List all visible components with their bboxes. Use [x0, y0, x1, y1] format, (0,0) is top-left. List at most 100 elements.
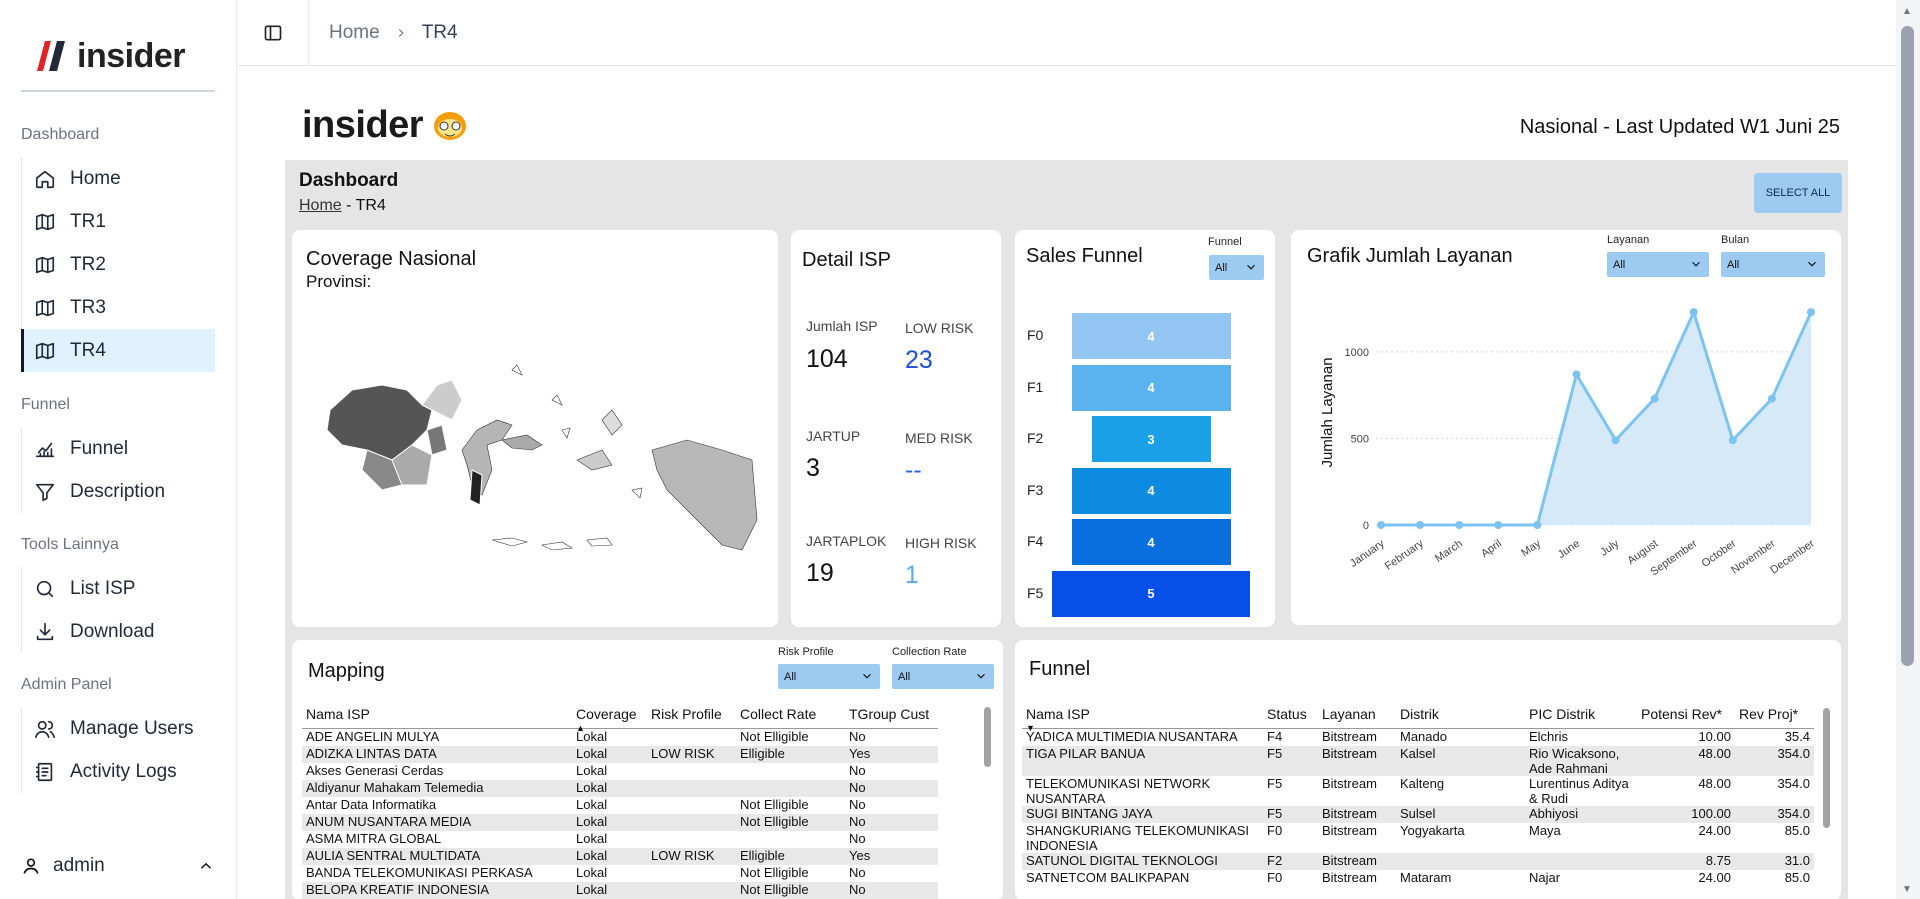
sidebar-toggle-button[interactable]: [237, 0, 309, 66]
table-row[interactable]: Aldiyanur Mahakam Telemedia Lokal No: [302, 779, 938, 797]
table-row[interactable]: SHANGKURIANG TELEKOMUNIKASI INDONESIA F0 B…: [1022, 823, 1814, 853]
funnel-column-header[interactable]: Layanan: [1318, 706, 1396, 729]
map-icon: [35, 213, 55, 230]
mapping-column-header[interactable]: Collect Rate: [736, 706, 845, 729]
search-icon: [36, 580, 54, 597]
table-row[interactable]: TIGA PILAR BANUA F5 Bitstream Kalsel Rio Wic…: [1022, 745, 1814, 776]
sidebar-item-funnel[interactable]: Funnel: [22, 427, 215, 470]
funnel-stage-bar[interactable]: 4: [1071, 467, 1231, 514]
funnel-stage-bar[interactable]: 3: [1091, 416, 1211, 462]
sidebar-item-tr2[interactable]: TR2: [22, 243, 215, 286]
y-axis-label: Jumlah Layanan: [1319, 357, 1336, 467]
funnel-column-header[interactable]: Potensi Rev*: [1637, 706, 1735, 729]
table-cell: Not Elligible: [740, 796, 809, 812]
funnel-stage-bar[interactable]: 4: [1071, 313, 1231, 359]
table-row[interactable]: YADICA MULTIMEDIA NUSANTARA F4 Bitstream Ma…: [1022, 729, 1814, 746]
page-scrollbar[interactable]: ▲ ▼: [1896, 0, 1920, 899]
scrollbar-thumb[interactable]: [1901, 26, 1914, 666]
layanan-filter-dropdown[interactable]: All: [1607, 252, 1709, 277]
chevron-right-icon: [398, 28, 404, 37]
mapping-column-header[interactable]: TGroup Cust: [845, 706, 938, 729]
mapping-column-header[interactable]: Risk Profile: [647, 706, 736, 729]
funnel-stage[interactable]: F1 4: [1015, 364, 1275, 411]
stat-label: MED RISK: [905, 430, 973, 446]
funnel-stage-bar[interactable]: 5: [1052, 570, 1250, 617]
table-cell: No: [849, 796, 866, 812]
table-row[interactable]: Akses Generasi Cerdas Lokal No: [302, 763, 938, 780]
funnel-stage[interactable]: F5 5: [1015, 570, 1275, 617]
breadcrumb-home[interactable]: Home: [329, 22, 380, 44]
indonesia-map[interactable]: [312, 350, 778, 580]
bulan-filter-dropdown[interactable]: All: [1721, 252, 1825, 277]
table-row[interactable]: ANUM NUSANTARA MEDIA Lokal Not Elligible No: [302, 813, 938, 831]
table-cell: 48.00: [1637, 745, 1735, 776]
sidebar-item-label: Home: [70, 167, 121, 189]
sidebar-item-description[interactable]: Description: [22, 470, 215, 513]
funnel-stage-label: F1: [1027, 378, 1044, 395]
funnel-filter-dropdown[interactable]: All: [1209, 255, 1264, 280]
table-row[interactable]: BANDA TELEKOMUNIKASI PERKASA Lokal Not Ell…: [302, 865, 938, 882]
table-cell: Lokal: [576, 796, 608, 812]
column-header-label: TGroup Cust: [849, 706, 930, 722]
report-breadcrumb-home[interactable]: Home: [299, 197, 342, 214]
table-row[interactable]: AULIA SENTRAL MULTIDATA Lokal LOW RISK Elli…: [302, 847, 938, 865]
layanan-chart[interactable]: 0 500 1000 Jumlah Layanan JanuaryFebruary Mar…: [1291, 290, 1841, 625]
funnel-stage-bar[interactable]: 4: [1071, 364, 1231, 411]
funnel-stage[interactable]: F0 4: [1015, 313, 1275, 359]
table-cell: Bitstream: [1322, 729, 1377, 744]
funnel-column-header[interactable]: Rev Proj*: [1735, 706, 1814, 729]
table-row[interactable]: SATUNOL DIGITAL TEKNOLOGI F2 Bitstream 8.75…: [1022, 852, 1814, 870]
table-row[interactable]: Antar Data Informatika Lokal Not Elligible…: [302, 797, 938, 814]
table-cell: BELOPA KREATIF INDONESIA: [302, 881, 572, 899]
x-tick-label: April: [1479, 538, 1504, 560]
funnel-table-scrollbar[interactable]: [1823, 708, 1830, 828]
brand-logo[interactable]: insider: [35, 37, 185, 75]
table-row[interactable]: TELEKOMUNIKASI NETWORK NUSANTARA F5 Bitstr…: [1022, 776, 1814, 806]
funnel-stage-bar[interactable]: 4: [1071, 519, 1231, 565]
bulan-filter-label: Bulan: [1721, 234, 1750, 246]
table-cell: F2: [1263, 852, 1318, 870]
chevron-up-icon[interactable]: [197, 857, 215, 875]
user-menu[interactable]: admin: [21, 855, 215, 877]
funnel-column-header[interactable]: Status: [1263, 706, 1318, 729]
table-cell: Bitstream: [1318, 805, 1396, 823]
sidebar-item-list-isp[interactable]: List ISP: [22, 567, 215, 610]
mapping-column-header[interactable]: Coverage ▲: [572, 706, 647, 733]
sidebar-item-home[interactable]: Home: [22, 157, 215, 200]
sidebar-item-download[interactable]: Download: [22, 610, 215, 653]
sidebar-item-activity-logs[interactable]: Activity Logs: [22, 750, 215, 793]
mapping-scrollbar[interactable]: [984, 707, 991, 767]
select-all-button[interactable]: SELECT ALL: [1754, 173, 1842, 213]
funnel-column-header[interactable]: PIC Distrik: [1525, 706, 1637, 729]
column-header-label: Nama ISP: [1026, 706, 1090, 722]
table-row[interactable]: ADE ANGELIN MULYA Lokal Not Elligible No: [302, 729, 938, 746]
table-row[interactable]: SATNETCOM BALIKPAPAN F0 Bitstream Mataram Na…: [1022, 870, 1814, 887]
funnel-stage[interactable]: F2 3: [1015, 416, 1275, 462]
table-row[interactable]: ASMA MITRA GLOBAL Lokal No: [302, 831, 938, 848]
scroll-down-icon[interactable]: ▼: [1902, 884, 1912, 895]
funnel-column-header[interactable]: Distrik: [1396, 706, 1525, 729]
sort-desc-icon[interactable]: ▼: [1026, 723, 1035, 733]
mapping-column-header[interactable]: Nama ISP: [302, 706, 572, 729]
scroll-up-icon[interactable]: ▲: [1902, 6, 1912, 17]
sidebar-section-title: Funnel: [21, 396, 70, 413]
sidebar-item-tr4[interactable]: TR4: [21, 329, 215, 372]
table-row[interactable]: ADIZKA LINTAS DATA Lokal LOW RISK Elligible…: [302, 745, 938, 763]
last-updated-status: Nasional - Last Updated W1 Juni 25: [1519, 116, 1840, 138]
column-header-label: Risk Profile: [651, 706, 722, 722]
table-row[interactable]: BELOPA KREATIF INDONESIA Lokal Not Elligib…: [302, 881, 938, 899]
sidebar-item-label: TR2: [70, 253, 106, 275]
table-row[interactable]: SUGI BINTANG JAYA F5 Bitstream Sulsel Abhiyo…: [1022, 805, 1814, 823]
sidebar-item-tr3[interactable]: TR3: [22, 286, 215, 329]
sidebar-item-label: TR4: [70, 339, 106, 361]
funnel-column-header[interactable]: Nama ISP ▼: [1022, 706, 1263, 733]
sidebar-item-tr1[interactable]: TR1: [22, 200, 215, 243]
table-cell: [647, 763, 736, 780]
sidebar-item-manage-users[interactable]: Manage Users: [22, 707, 215, 750]
collection-rate-dropdown[interactable]: All: [892, 664, 994, 689]
funnel-stage[interactable]: F4 4: [1015, 519, 1275, 565]
funnel-stage[interactable]: F3 4: [1015, 467, 1275, 514]
sort-asc-icon[interactable]: ▲: [576, 723, 585, 733]
risk-profile-dropdown[interactable]: All: [778, 664, 880, 689]
table-cell: No: [849, 864, 866, 880]
